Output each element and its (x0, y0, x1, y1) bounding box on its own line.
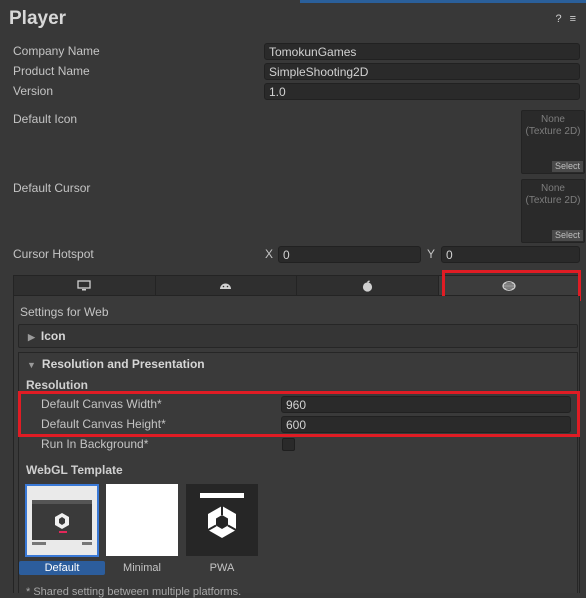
expanded-arrow-icon: ▼ (27, 360, 36, 370)
company-name-label: Company Name (13, 44, 100, 58)
help-icon[interactable]: ? (555, 13, 561, 25)
template-pwa-thumb[interactable] (186, 484, 258, 556)
header-icons: ? ≡ (555, 13, 576, 25)
tab-standalone[interactable] (14, 276, 156, 295)
icon-section-label: Icon (40, 329, 66, 343)
run-in-background-checkbox[interactable] (282, 438, 295, 451)
run-in-background-label: Run In Background* (41, 437, 149, 451)
hotspot-y-label: Y (427, 247, 436, 261)
page-title: Player (9, 8, 67, 29)
cursor-hotspot-label: Cursor Hotspot (13, 247, 94, 261)
template-default-thumb[interactable] (25, 484, 99, 557)
object-none-text: None (541, 114, 565, 125)
object-type-text: (Texture 2D) (525, 126, 581, 137)
settings-for-web-title: Settings for Web (20, 305, 109, 319)
resolution-label: Resolution (26, 378, 88, 392)
template-minimal-label[interactable]: Minimal (102, 561, 182, 575)
product-name-field[interactable]: SimpleShooting2D (264, 63, 580, 80)
settings-icon[interactable]: ≡ (570, 13, 576, 25)
template-default-label[interactable]: Default (19, 561, 105, 575)
android-icon (220, 283, 232, 289)
default-cursor-field[interactable]: None (Texture 2D) Select (521, 179, 585, 243)
monitor-icon (77, 280, 91, 291)
hotspot-x-field[interactable]: 0 (278, 246, 421, 263)
default-template-preview (32, 500, 92, 545)
tab-ios[interactable] (297, 276, 439, 295)
template-pwa-label[interactable]: PWA (182, 561, 262, 575)
object-none-text: None (541, 183, 565, 194)
select-button[interactable]: Select (551, 161, 583, 172)
default-icon-field[interactable]: None (Texture 2D) Select (521, 110, 585, 174)
shared-setting-footnote: * Shared setting between multiple platfo… (26, 586, 242, 598)
object-type-text: (Texture 2D) (525, 195, 581, 206)
icon-section-header[interactable]: ▶ Icon (18, 324, 578, 348)
default-cursor-label: Default Cursor (13, 181, 91, 195)
webgl-template-label: WebGL Template (26, 463, 123, 477)
template-minimal-thumb[interactable] (106, 484, 178, 556)
product-name-label: Product Name (13, 64, 90, 78)
window-top-edge (300, 0, 586, 3)
hotspot-x-label: X (265, 247, 274, 261)
select-button[interactable]: Select (551, 230, 583, 241)
tab-android[interactable] (156, 276, 297, 295)
unity-logo-icon (200, 493, 244, 538)
default-icon-label: Default Icon (13, 112, 78, 126)
company-name-field[interactable]: TomokunGames (264, 43, 580, 60)
version-field[interactable]: 1.0 (264, 83, 580, 100)
canvas-size-highlight (18, 391, 580, 437)
resolution-section-header[interactable]: ▼ Resolution and Presentation (18, 353, 578, 377)
collapsed-arrow-icon: ▶ (28, 332, 35, 342)
resolution-section-label: Resolution and Presentation (41, 357, 205, 371)
hotspot-y-field[interactable]: 0 (441, 246, 580, 263)
version-label: Version (13, 84, 54, 98)
apple-icon (362, 280, 372, 292)
